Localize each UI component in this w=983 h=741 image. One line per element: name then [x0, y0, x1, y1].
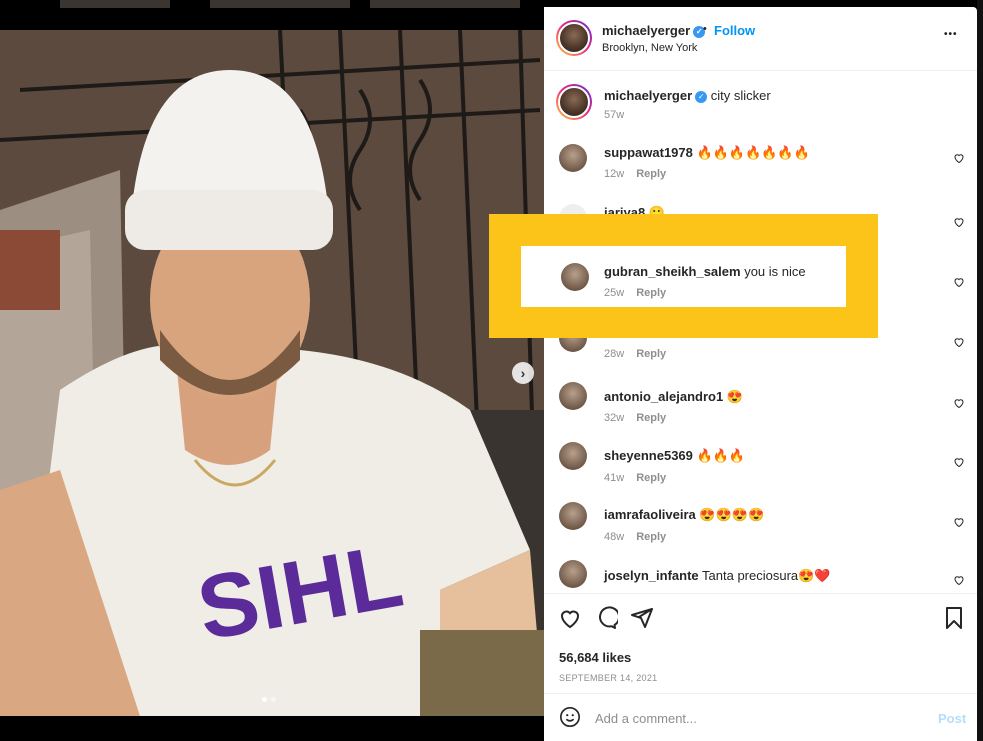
comment-input[interactable]: Add a comment... [595, 711, 697, 726]
thumbnail [60, 0, 170, 8]
comment-age: 28w [604, 348, 625, 360]
save-icon[interactable] [942, 606, 966, 630]
comment-text: Tanta preciosura😍❤️ [702, 568, 831, 583]
like-comment-icon[interactable] [953, 574, 965, 586]
comment-row: joselyn_infante Tanta preciosura😍❤️ [544, 552, 977, 592]
avatar[interactable] [559, 502, 587, 530]
right-edge [977, 0, 983, 741]
avatar[interactable] [559, 442, 587, 470]
thumbnail [370, 0, 520, 8]
comment-username[interactable]: sheyenne5369 [604, 448, 693, 463]
comment-text: 🔥🔥🔥🔥🔥🔥🔥 [696, 145, 810, 160]
verified-icon: ✓ [695, 90, 708, 103]
caption-row: michaelyerger ✓ city slicker 57w [544, 72, 977, 130]
avatar[interactable] [556, 84, 592, 120]
reply-button[interactable]: Reply [636, 472, 666, 484]
comment-row: iamrafaoliveira 😍😍😍😍 48w Reply [544, 492, 977, 550]
follow-button[interactable]: Follow [714, 23, 755, 38]
comment-text: you is nice [744, 264, 806, 279]
comment-age: 25w [604, 287, 625, 299]
carousel-dots [262, 697, 276, 702]
next-photo-button[interactable]: › [512, 362, 534, 384]
emoji-icon[interactable] [559, 706, 581, 728]
comment-username[interactable]: suppawat1978 [604, 145, 693, 160]
comment-age: 32w [604, 412, 625, 424]
comment-age: 48w [604, 531, 625, 543]
comment-icon[interactable] [594, 606, 618, 630]
like-comment-icon[interactable] [953, 456, 965, 468]
comment-text: 😍😍😍😍 [699, 507, 765, 522]
like-comment-icon[interactable] [953, 516, 965, 528]
username-text[interactable]: michaelyerger [602, 23, 690, 38]
carousel-dot-active [262, 697, 267, 702]
like-comment-icon[interactable] [953, 152, 965, 164]
avatar[interactable] [559, 560, 587, 588]
like-icon[interactable] [558, 606, 582, 630]
avatar[interactable] [559, 144, 587, 172]
post-side-panel: michaelyerger ✓ • Follow Brooklyn, New Yo… [544, 7, 977, 741]
separator-dot: • [703, 23, 707, 35]
likes-count[interactable]: 56,684 likes [559, 650, 631, 665]
add-comment-bar: Add a comment... Post [544, 693, 977, 741]
comment-row: suppawat1978 🔥🔥🔥🔥🔥🔥🔥 12w Reply [544, 132, 977, 190]
highlight-annotation: gubran_sheikh_salem you is nice 25w Reply [489, 214, 878, 338]
caption-age: 57w [604, 109, 625, 121]
comment-text: 🔥🔥🔥 [696, 448, 746, 463]
photo-illustration: SIHL [0, 30, 544, 716]
avatar[interactable] [559, 382, 587, 410]
avatar[interactable] [561, 263, 589, 291]
like-comment-icon[interactable] [953, 216, 965, 228]
bottom-strip [0, 716, 544, 741]
comment-row: sheyenne5369 🔥🔥🔥 41w Reply [544, 432, 977, 490]
reply-button[interactable]: Reply [636, 168, 666, 180]
thumbnail [210, 0, 350, 8]
caption-text: city slicker [710, 88, 771, 103]
comment-username[interactable]: gubran_sheikh_salem [604, 264, 741, 279]
post-actions: 56,684 likes SEPTEMBER 14, 2021 [544, 593, 977, 705]
like-comment-icon[interactable] [953, 336, 965, 348]
post-date: SEPTEMBER 14, 2021 [559, 673, 658, 683]
reply-button[interactable]: Reply [636, 412, 666, 424]
comment-username[interactable]: iamrafaoliveira [604, 507, 696, 522]
comment-text: 😍 [726, 389, 744, 404]
comment-username[interactable]: joselyn_infante [604, 568, 699, 583]
like-comment-icon[interactable] [953, 397, 965, 409]
highlighted-comment: gubran_sheikh_salem you is nice 25w Reply [521, 246, 846, 307]
post-viewer: SIHL › michaelyerger ✓ • Follow Brooklyn,… [0, 0, 983, 741]
like-comment-icon[interactable] [953, 276, 965, 288]
comment-age: 12w [604, 168, 625, 180]
carousel-dot [271, 697, 276, 702]
avatar[interactable] [556, 20, 592, 56]
post-comment-button[interactable]: Post [938, 711, 966, 726]
reply-button[interactable]: Reply [636, 531, 666, 543]
post-photo: SIHL [0, 30, 544, 716]
comment-username[interactable]: antonio_alejandro1 [604, 389, 723, 404]
comment-age: 41w [604, 472, 625, 484]
caption-username[interactable]: michaelyerger [604, 88, 692, 103]
share-icon[interactable] [630, 606, 654, 630]
username-link[interactable]: michaelyerger ✓ [602, 23, 706, 38]
comment-row: antonio_alejandro1 😍 32w Reply [544, 372, 977, 430]
top-strip [0, 0, 544, 30]
post-header: michaelyerger ✓ • Follow Brooklyn, New Yo… [544, 7, 977, 71]
more-options-icon[interactable]: ••• [944, 29, 958, 40]
reply-button[interactable]: Reply [636, 348, 666, 360]
location-link[interactable]: Brooklyn, New York [602, 42, 697, 54]
reply-button[interactable]: Reply [636, 287, 666, 299]
